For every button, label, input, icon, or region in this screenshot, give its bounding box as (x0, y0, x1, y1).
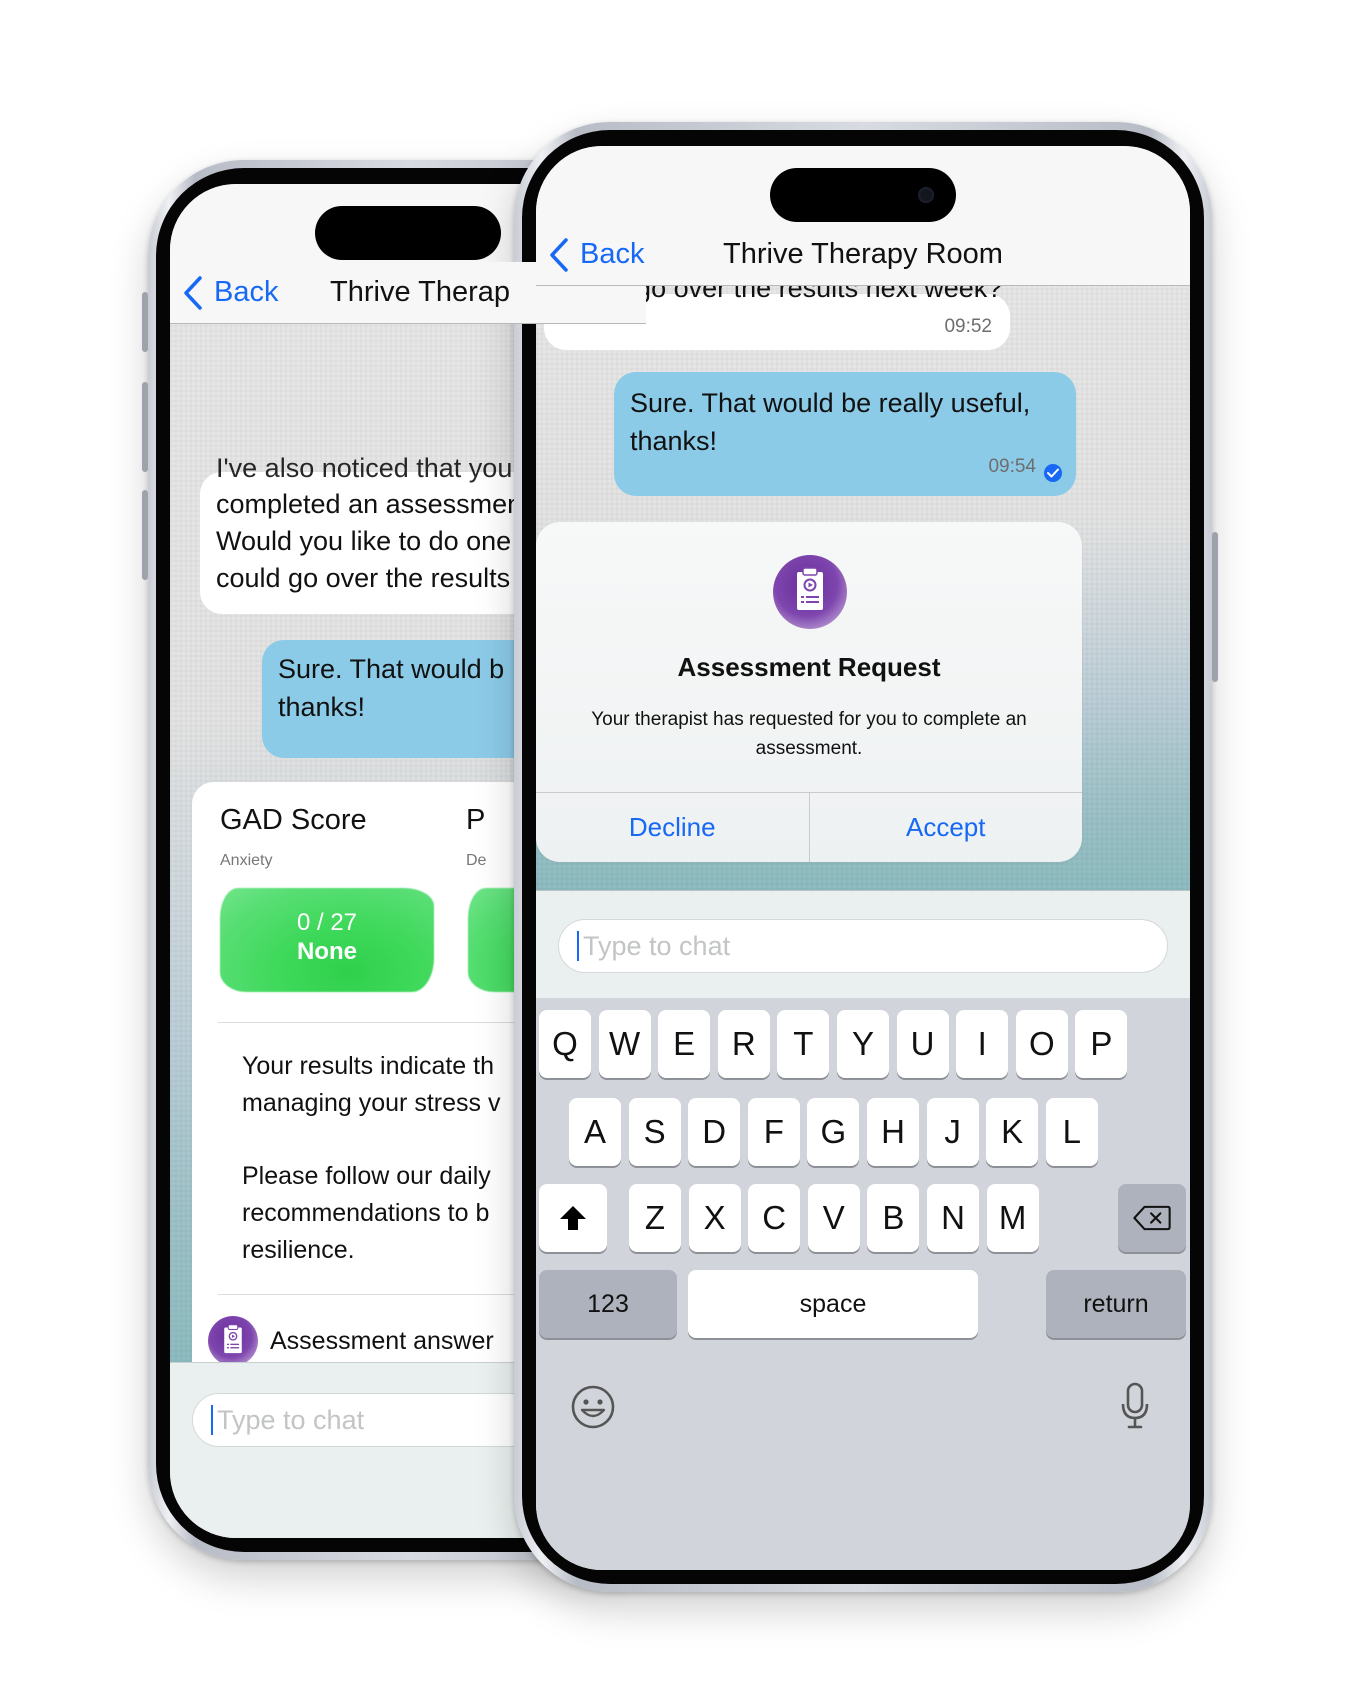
results-line: Please follow our daily (242, 1162, 491, 1190)
assessment-answers-label: Assessment answer (270, 1326, 494, 1355)
score-value: 0 / 27 (296, 909, 358, 936)
delete-key[interactable] (1118, 1184, 1186, 1252)
results-line: managing your stress v (242, 1089, 501, 1117)
message-line: Sure. That would be really useful, (630, 388, 1031, 418)
chevron-left-icon (550, 237, 568, 272)
accept-button[interactable]: Accept (808, 793, 1083, 862)
dynamic-island (315, 206, 501, 260)
back-label: Back (580, 238, 645, 270)
text-caret (211, 1405, 213, 1435)
dialog-message: Your therapist has requested for you to … (591, 709, 1027, 759)
front-phone: Back Thrive Therapy Room could go over t… (514, 122, 1218, 1592)
chat-input-placeholder: Type to chat (217, 1404, 365, 1435)
chevron-left-icon (184, 275, 202, 310)
score-subtitle: De (466, 852, 487, 869)
key-a[interactable]: A (569, 1098, 621, 1166)
key-i[interactable]: I (956, 1010, 1009, 1078)
shift-key[interactable] (539, 1184, 607, 1252)
key-j[interactable]: J (926, 1098, 979, 1166)
dictation-key[interactable] (1120, 1382, 1150, 1435)
key-d[interactable]: D (688, 1098, 741, 1166)
score-subtitle: Anxiety (220, 852, 273, 869)
text-caret (577, 931, 579, 961)
volume-down-button (142, 490, 148, 580)
clipboard-icon (206, 1314, 260, 1368)
assessment-request-dialog: Assessment Request Your therapist has re… (536, 522, 1082, 862)
chat-input[interactable]: Type to chat (558, 919, 1168, 973)
key-m[interactable]: M (986, 1184, 1039, 1252)
emoji-key[interactable] (570, 1384, 616, 1435)
key-h[interactable]: H (867, 1098, 919, 1166)
back-label: Back (214, 276, 279, 308)
volume-up-button (142, 382, 148, 472)
score-level: None (297, 938, 357, 965)
key-y[interactable]: Y (837, 1010, 889, 1078)
dialog-title: Assessment Request (677, 652, 941, 682)
nav-bar: Back Thrive Therapy Room (536, 224, 1190, 286)
key-s[interactable]: S (628, 1098, 681, 1166)
key-f[interactable]: F (747, 1098, 800, 1166)
message-time: 09:52 (944, 316, 992, 337)
back-button[interactable]: Back (182, 275, 278, 311)
chat-area[interactable]: could go over the results next week? 09:… (536, 273, 1190, 890)
results-line: Your results indicate th (242, 1052, 495, 1080)
camera-icon (918, 187, 934, 203)
key-r[interactable]: R (717, 1010, 770, 1078)
emoji-icon (571, 1385, 615, 1429)
key-e[interactable]: E (658, 1010, 711, 1078)
score-value-group: 0 / 27 None (220, 908, 434, 966)
shift-arrow-icon (560, 1206, 586, 1230)
key-b[interactable]: B (867, 1184, 920, 1252)
space-key[interactable]: space (688, 1270, 978, 1338)
results-line: recommendations to b (242, 1199, 490, 1227)
key-u[interactable]: U (896, 1010, 949, 1078)
clipboard-icon (770, 552, 850, 632)
key-o[interactable]: O (1015, 1010, 1068, 1078)
key-w[interactable]: W (598, 1010, 651, 1078)
numbers-key[interactable]: 123 (539, 1270, 677, 1338)
key-k[interactable]: K (986, 1098, 1039, 1166)
back-button[interactable]: Back (548, 237, 644, 273)
composer-bar: Type to chat (536, 890, 1190, 998)
backspace-icon (1133, 1205, 1171, 1231)
score-title: GAD Score (220, 804, 367, 836)
key-l[interactable]: L (1045, 1098, 1098, 1166)
power-button (1212, 532, 1218, 682)
key-c[interactable]: C (748, 1184, 801, 1252)
decline-button[interactable]: Decline (536, 793, 809, 862)
key-q[interactable]: Q (539, 1010, 591, 1078)
message-line: I've also noticed that you (216, 453, 513, 483)
key-z[interactable]: Z (629, 1184, 681, 1252)
dialog-actions: Decline Accept (536, 792, 1082, 862)
score-title: P (466, 804, 486, 836)
message-time: 09:54 (988, 456, 1036, 477)
front-phone-screen: Back Thrive Therapy Room could go over t… (536, 146, 1190, 1570)
dynamic-island (770, 168, 956, 222)
key-g[interactable]: G (807, 1098, 860, 1166)
results-line: resilience. (242, 1236, 355, 1264)
microphone-icon (1121, 1382, 1149, 1429)
read-check-icon (1044, 464, 1062, 482)
key-v[interactable]: V (807, 1184, 860, 1252)
key-p[interactable]: P (1075, 1010, 1128, 1078)
outgoing-message: Sure. That would be really useful, thank… (614, 372, 1076, 496)
key-x[interactable]: X (688, 1184, 741, 1252)
chat-input-placeholder: Type to chat (583, 930, 731, 961)
keyboard: QWERTYUIOP ASDFGHJKL ZXCVBNM 123 space r… (536, 998, 1190, 1570)
return-key[interactable]: return (1046, 1270, 1186, 1338)
key-n[interactable]: N (927, 1184, 979, 1252)
assessment-answers-link[interactable]: Assessment answer (206, 1314, 494, 1368)
key-t[interactable]: T (777, 1010, 830, 1078)
action-button (142, 292, 148, 352)
